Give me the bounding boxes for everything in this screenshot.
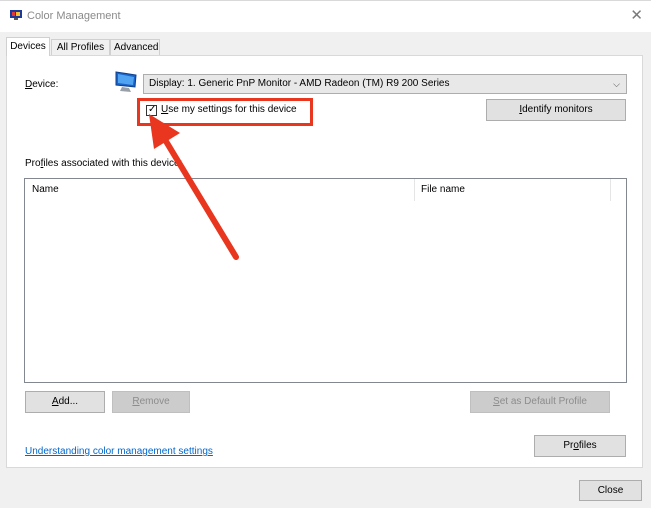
remove-profile-button[interactable]: Remove	[112, 391, 190, 413]
tab-all-profiles[interactable]: All Profiles	[51, 39, 110, 55]
title-bar: Color Management ✕	[0, 1, 651, 32]
column-divider[interactable]	[610, 179, 611, 201]
device-select[interactable]: Display: 1. Generic PnP Monitor - AMD Ra…	[143, 74, 627, 94]
tab-advanced[interactable]: Advanced	[110, 39, 160, 55]
profiles-table[interactable]: Name File name	[24, 178, 627, 383]
close-window-icon[interactable]: ✕	[630, 6, 643, 24]
use-my-settings-label: Use my settings for this device	[161, 104, 297, 115]
use-my-settings-checkbox[interactable]: ✓	[146, 104, 157, 116]
color-management-window: Color Management ✕ Devices All Profiles …	[0, 0, 651, 507]
tab-devices[interactable]: Devices	[6, 37, 50, 56]
monitor-icon	[115, 71, 137, 92]
device-select-value: Display: 1. Generic PnP Monitor - AMD Ra…	[149, 78, 450, 89]
check-icon: ✓	[148, 104, 157, 115]
column-divider[interactable]	[414, 179, 415, 201]
identify-monitors-button[interactable]: Identify monitors	[486, 99, 626, 121]
column-header-file-name[interactable]: File name	[421, 184, 465, 195]
set-default-profile-button[interactable]: Set as Default Profile	[470, 391, 610, 413]
understanding-color-management-link[interactable]: Understanding color management settings	[25, 446, 213, 457]
add-profile-button[interactable]: Add...	[25, 391, 105, 413]
column-header-name[interactable]: Name	[32, 184, 59, 195]
chevron-down-icon: ⌵	[613, 79, 620, 89]
close-button[interactable]: Close	[579, 480, 642, 501]
profiles-section-label: Profiles associated with this device:	[25, 158, 183, 169]
device-label: Device:	[25, 79, 59, 90]
window-title: Color Management	[27, 10, 121, 22]
color-management-app-icon	[10, 10, 22, 20]
profiles-button[interactable]: Profiles	[534, 435, 626, 457]
